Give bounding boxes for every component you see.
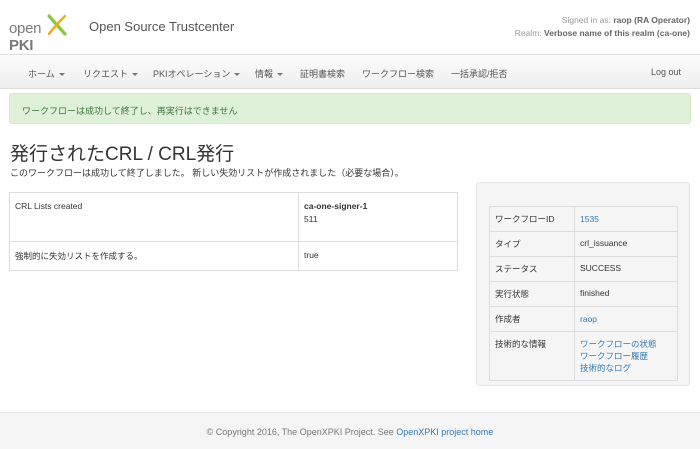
table-row: ステータス SUCCESS [489, 256, 678, 282]
nav-certificate-search[interactable]: 証明書検索 [300, 67, 345, 80]
crl-number: 511 [304, 214, 318, 224]
result-key: 強制的に失効リストを作成する。 [9, 241, 299, 271]
user-info: Signed in as: raop (RA Operator) Realm: … [515, 14, 690, 40]
workflow-info-panel: ワークフローID 1535 タイプ crl_issuance ステータス SUC… [476, 182, 690, 386]
nav-home[interactable]: ホーム [28, 67, 65, 80]
openxpki-logo[interactable]: openPKI [9, 14, 71, 54]
realm-label: Realm: [514, 28, 542, 38]
nav-request[interactable]: リクエスト [83, 67, 139, 80]
nav-bulk-approve[interactable]: 一括承認/拒否 [451, 67, 508, 80]
caret-down-icon [277, 73, 284, 77]
page-title: 発行されたCRL / CRL発行 [10, 144, 235, 165]
info-value: SUCCESS [574, 256, 678, 282]
info-key: ワークフローID [489, 206, 575, 232]
realm-name: Verbose name of this realm (ca-one) [544, 28, 690, 38]
signed-in-label: Signed in as: [561, 15, 611, 25]
main-navbar: ホーム リクエスト PKIオペレーション 情報 証明書検索 ワークフロー検索 一… [0, 54, 700, 89]
table-row: 技術的な情報 ワークフローの状態 ワークフロー履歴 技術的なログ [489, 331, 678, 381]
app-title: Open Source Trustcenter [89, 19, 235, 34]
signed-in-user: raop (RA Operator) [613, 15, 690, 25]
caret-down-icon [132, 73, 139, 77]
caret-down-icon [234, 73, 241, 77]
table-row: CRL Lists created ca-one-signer-1 511 [9, 192, 458, 242]
crl-signer-name: ca-one-signer-1 [304, 201, 368, 211]
info-value: ワークフローの状態 ワークフロー履歴 技術的なログ [574, 331, 678, 381]
nav-home-label: ホーム [28, 69, 55, 79]
page-description: このワークフローは成功して終了しました。 新しい失効リストが作成されました（必要… [10, 168, 404, 178]
info-key: 実行状態 [489, 281, 575, 307]
success-alert: ワークフローは成功して終了し、再実行はできません [9, 93, 691, 124]
nav-pki-operation-label: PKIオペレーション [153, 69, 231, 79]
info-key: 作成者 [489, 306, 575, 332]
table-row: 作成者 raop [489, 306, 678, 332]
nav-request-label: リクエスト [83, 69, 129, 79]
result-value: true [298, 241, 458, 271]
result-key: CRL Lists created [9, 192, 299, 242]
table-row: タイプ crl_issuance [489, 231, 678, 257]
workflow-info-table: ワークフローID 1535 タイプ crl_issuance ステータス SUC… [489, 206, 678, 381]
nav-info[interactable]: 情報 [255, 67, 284, 80]
caret-down-icon [58, 73, 65, 77]
info-key: ステータス [489, 256, 575, 282]
nav-info-label: 情報 [255, 69, 274, 79]
result-table: CRL Lists created ca-one-signer-1 511 強制… [9, 192, 458, 271]
info-key: タイプ [489, 231, 575, 257]
technical-log-link[interactable]: 技術的なログ [580, 362, 672, 374]
table-row: 実行状態 finished [489, 281, 678, 307]
logout-link[interactable]: Log out [651, 67, 681, 77]
info-value: finished [574, 281, 678, 307]
nav-workflow-search[interactable]: ワークフロー検索 [362, 67, 434, 80]
footer: © Copyright 2016, The OpenXPKI Project. … [0, 412, 700, 449]
info-value: raop [574, 306, 678, 332]
nav-pki-operation[interactable]: PKIオペレーション [153, 67, 241, 80]
info-value: crl_issuance [574, 231, 678, 257]
workflow-history-link[interactable]: ワークフロー履歴 [580, 350, 672, 362]
footer-copyright: © Copyright 2016, The OpenXPKI Project. … [206, 427, 397, 437]
workflow-id-link[interactable]: 1535 [580, 213, 672, 225]
creator-link[interactable]: raop [580, 313, 672, 325]
logo-x-icon [47, 14, 67, 36]
header: openPKI Open Source Trustcenter Signed i… [0, 0, 700, 54]
info-value: 1535 [574, 206, 678, 232]
result-value: ca-one-signer-1 511 [298, 192, 458, 242]
workflow-state-link[interactable]: ワークフローの状態 [580, 338, 672, 350]
info-key: 技術的な情報 [489, 331, 575, 381]
project-home-link[interactable]: OpenXPKI project home [396, 427, 493, 437]
table-row: 強制的に失効リストを作成する。 true [9, 241, 458, 271]
table-row: ワークフローID 1535 [489, 206, 678, 232]
